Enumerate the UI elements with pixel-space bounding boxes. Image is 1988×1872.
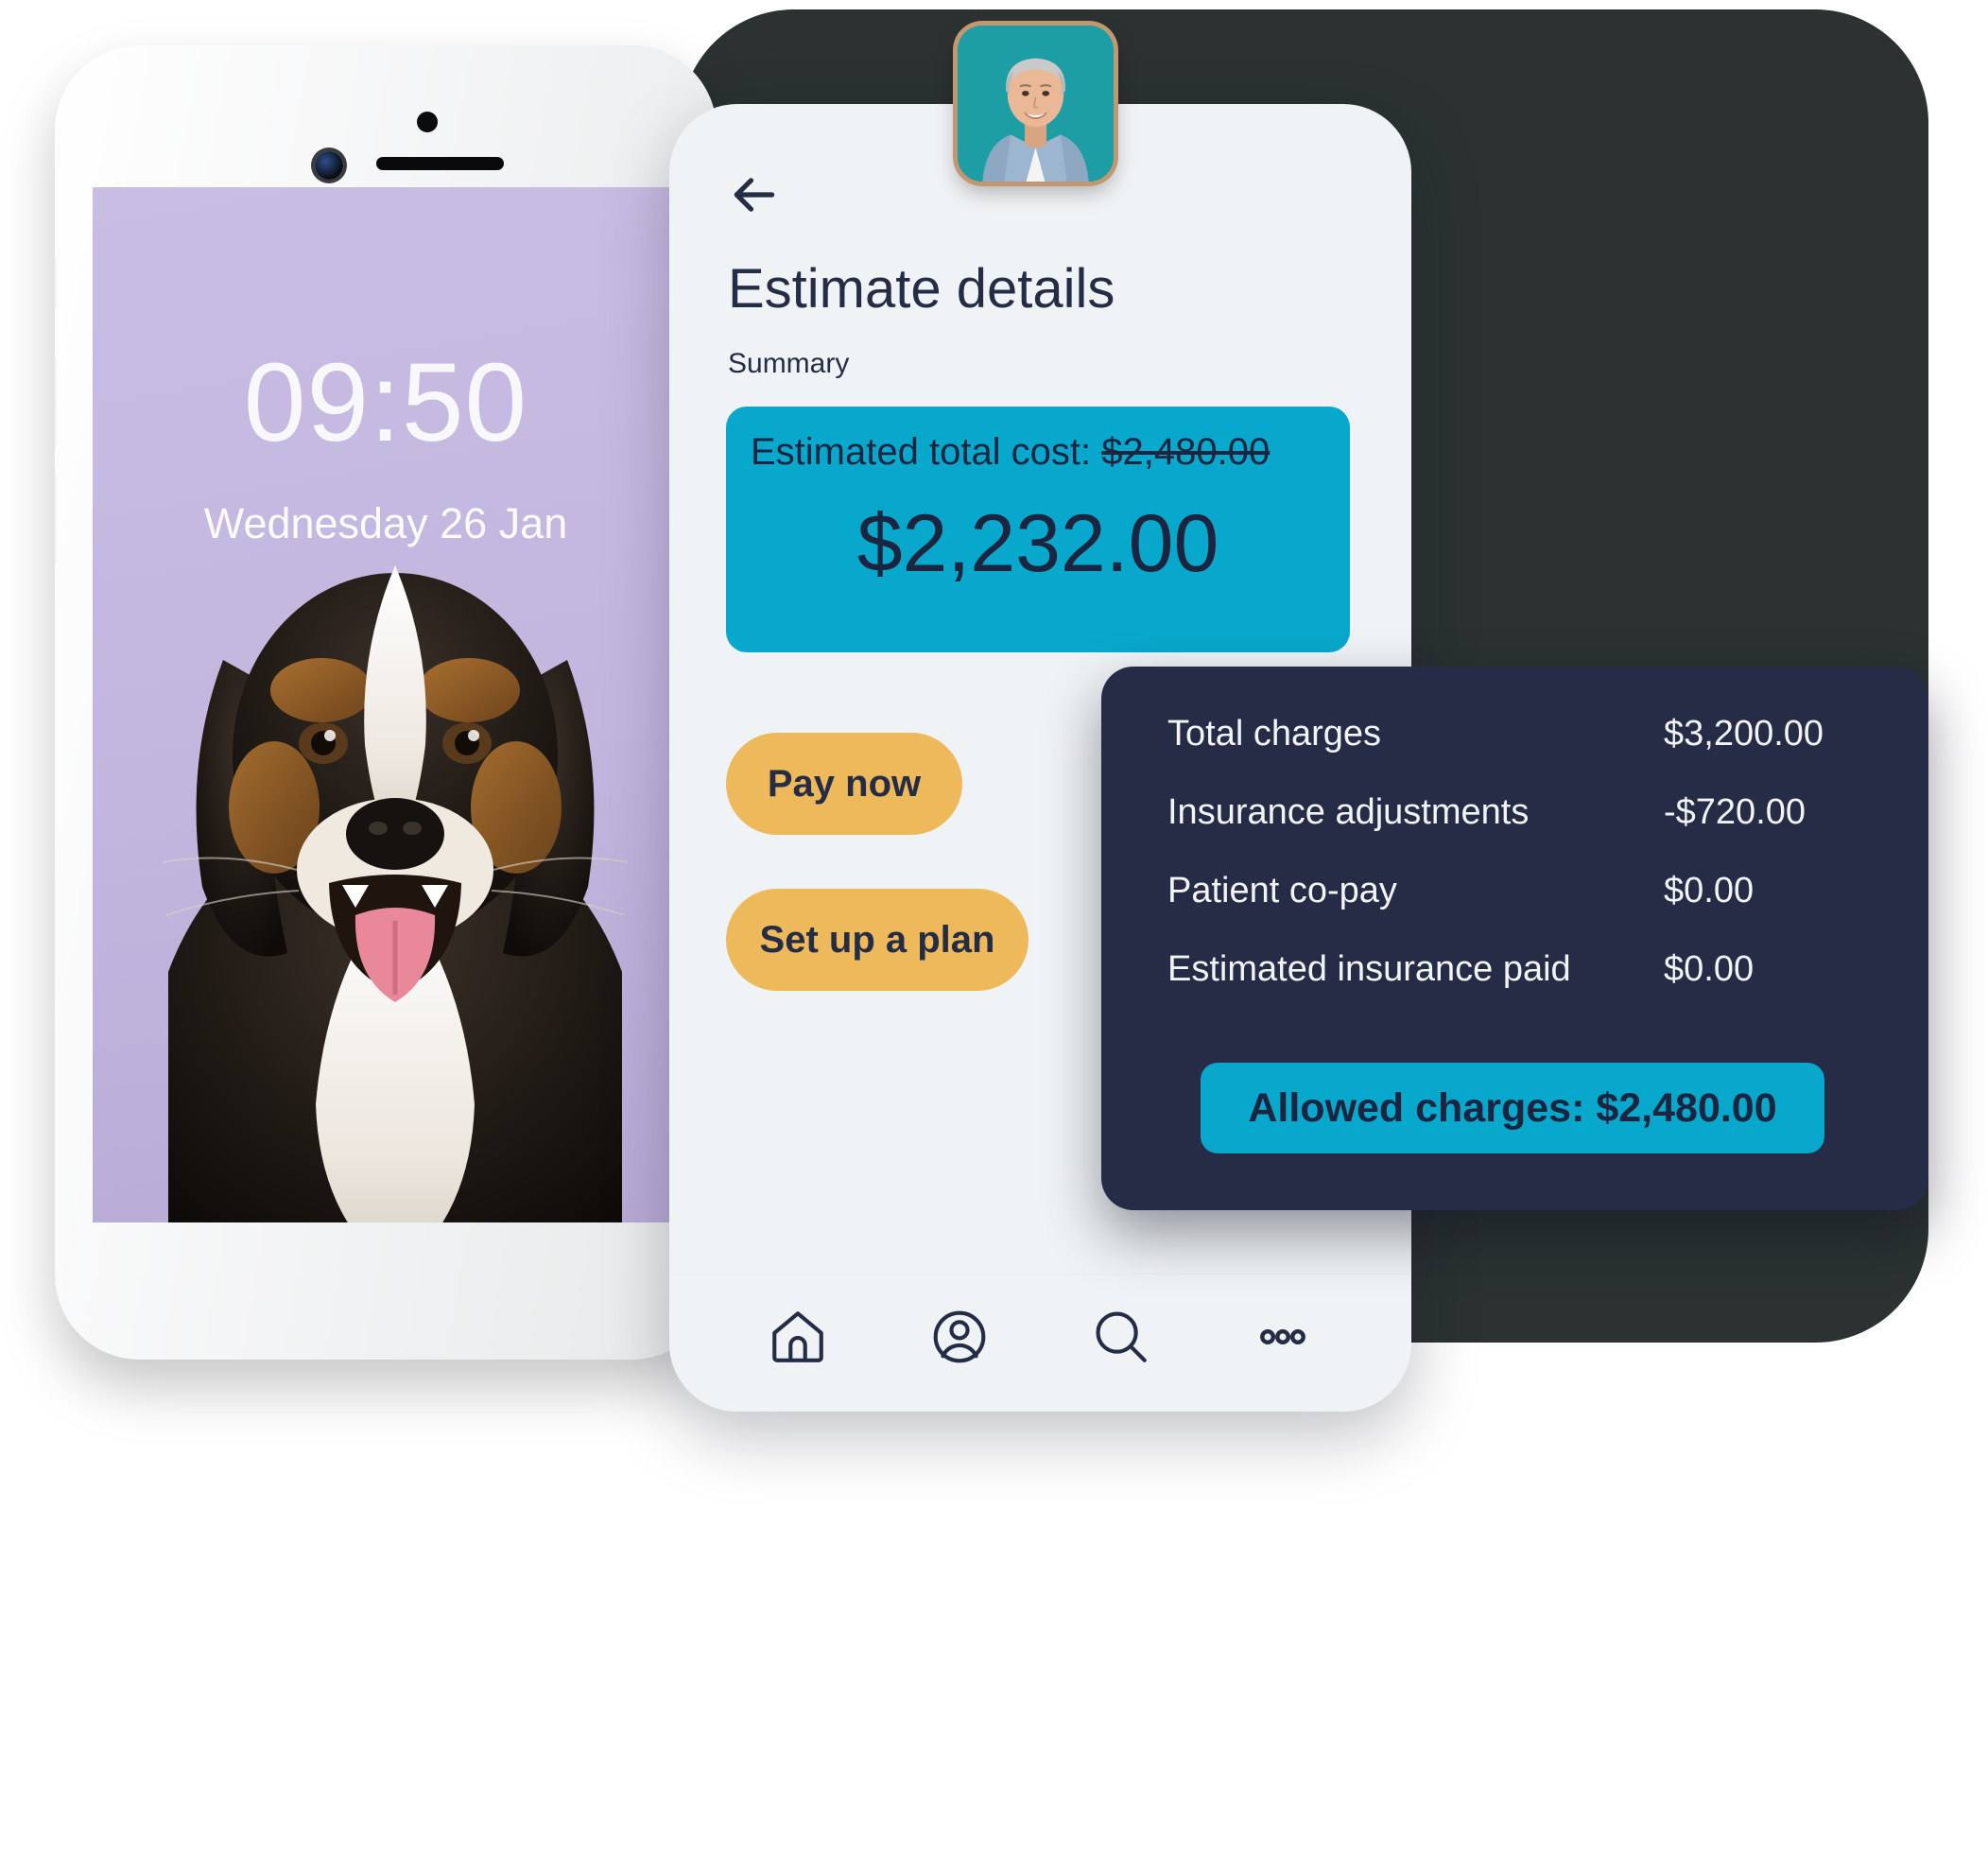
estimated-cost-card: Estimated total cost: $2,480.00 $2,232.0…: [726, 407, 1350, 652]
table-row: Estimated insurance paid $0.00: [1167, 949, 1862, 990]
screenshot-root: 09:50 Wednesday 26 Jan Estimate details …: [0, 0, 1988, 1872]
charges-breakdown-panel: Total charges $3,200.00 Insurance adjust…: [1101, 667, 1928, 1210]
phone-lock-screen: 09:50 Wednesday 26 Jan: [93, 187, 679, 1222]
charge-amount: $0.00: [1664, 949, 1755, 989]
allowed-charges-badge: Allowed charges: $2,480.00: [1201, 1063, 1824, 1153]
avatar: [958, 26, 1114, 182]
phone-volume-up-button[interactable]: [55, 357, 57, 448]
phone-body: 09:50 Wednesday 26 Jan: [55, 45, 717, 1360]
pay-now-button[interactable]: Pay now: [726, 733, 962, 835]
charge-amount: $3,200.00: [1664, 714, 1824, 754]
lockscreen-time: 09:50: [243, 340, 528, 465]
table-row: Patient co-pay $0.00: [1167, 871, 1862, 911]
set-up-a-plan-button[interactable]: Set up a plan: [726, 889, 1029, 991]
phone-mute-switch[interactable]: [55, 255, 57, 310]
table-row: Total charges $3,200.00: [1167, 714, 1862, 754]
more-horizontal-icon[interactable]: [1252, 1306, 1314, 1368]
page-title: Estimate details: [728, 258, 1115, 320]
bottom-navigation-bar: [669, 1274, 1411, 1412]
cost-label-prefix: Estimated total cost:: [751, 431, 1102, 473]
charge-amount: $0.00: [1664, 871, 1755, 910]
user-circle-icon[interactable]: [928, 1306, 991, 1368]
original-amount-strikethrough: $2,480.00: [1101, 431, 1271, 473]
dog-photo: [112, 442, 679, 1222]
charge-label: Total charges: [1167, 714, 1382, 754]
charge-label: Estimated insurance paid: [1167, 949, 1571, 989]
table-row: Insurance adjustments -$720.00: [1167, 792, 1862, 833]
charge-label: Patient co-pay: [1167, 871, 1397, 910]
front-camera-icon: [315, 151, 343, 180]
proximity-sensor-icon: [417, 112, 438, 132]
charge-label: Insurance adjustments: [1167, 792, 1530, 832]
summary-section-label: Summary: [728, 348, 850, 379]
home-icon[interactable]: [767, 1306, 829, 1368]
search-icon[interactable]: [1090, 1306, 1152, 1368]
phone-device-frame: 09:50 Wednesday 26 Jan: [55, 45, 717, 1360]
lockscreen-date: Wednesday 26 Jan: [203, 499, 568, 547]
phone-volume-down-button[interactable]: [55, 473, 57, 563]
back-arrow-icon[interactable]: [728, 168, 781, 221]
charge-amount: -$720.00: [1664, 792, 1806, 832]
earpiece-speaker: [376, 157, 504, 170]
estimated-total-cost-label: Estimated total cost: $2,480.00: [751, 431, 1270, 474]
discounted-amount: $2,232.00: [856, 498, 1219, 589]
